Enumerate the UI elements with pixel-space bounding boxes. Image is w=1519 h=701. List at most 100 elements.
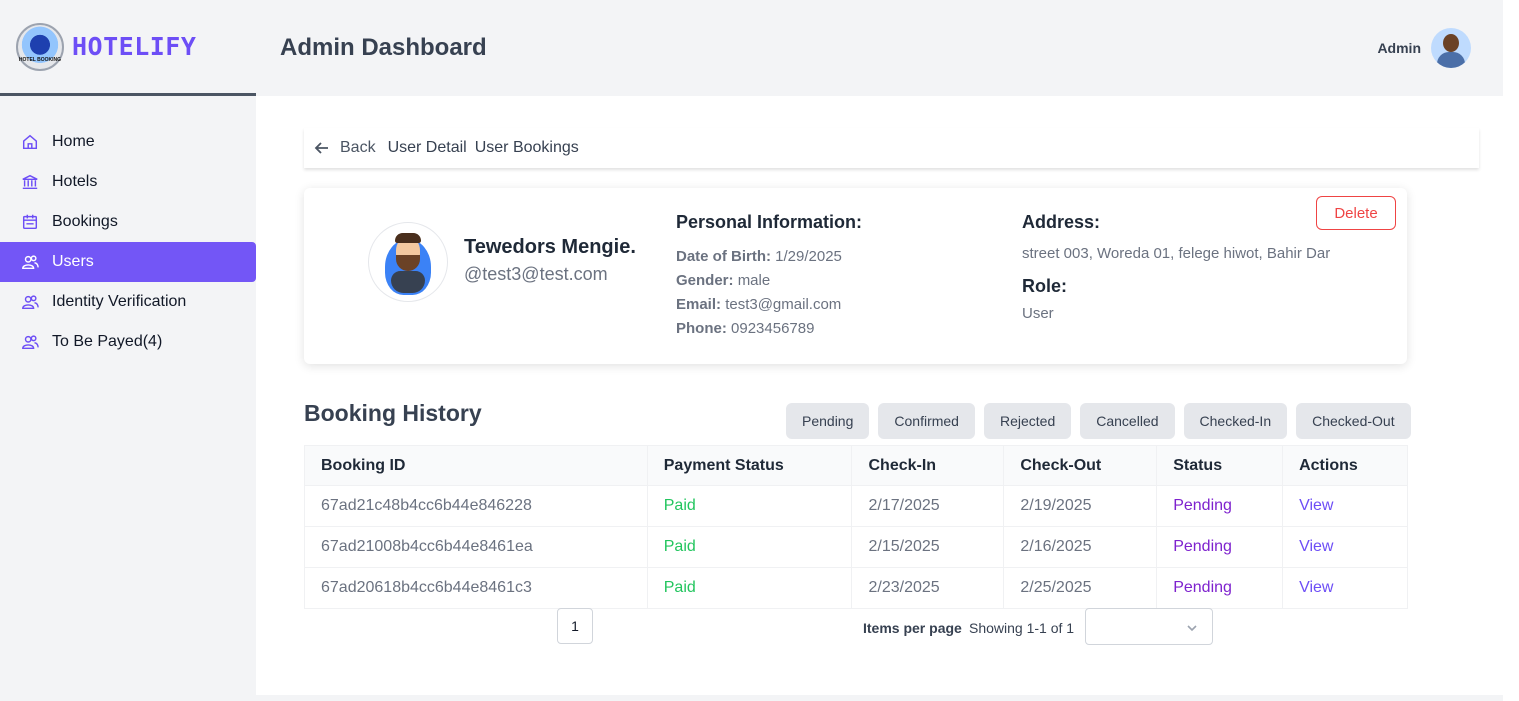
- sidebar-item-hotels[interactable]: Hotels: [0, 162, 256, 202]
- arrow-left-icon: [314, 142, 328, 154]
- address-section: Address: street 003, Woreda 01, felege h…: [1022, 212, 1330, 322]
- dob-label: Date of Birth:: [676, 248, 771, 265]
- page-title: Admin Dashboard: [280, 34, 487, 61]
- role-title: Role:: [1022, 276, 1067, 296]
- home-icon: [20, 132, 40, 152]
- sidebar-item-home[interactable]: Home: [0, 122, 256, 162]
- view-link[interactable]: View: [1282, 526, 1408, 568]
- breadcrumb-user-bookings[interactable]: User Bookings: [475, 139, 579, 157]
- col-status: Status: [1156, 445, 1284, 486]
- check-out-cell: 2/25/2025: [1003, 567, 1158, 609]
- avatar-body: [1437, 52, 1465, 68]
- table-row: 67ad21008b4cc6b44e8461ea Paid 2/15/2025 …: [304, 526, 1408, 568]
- sidebar: HOTEL BOOKING HOTELIFY Home Hotels Booki…: [0, 0, 256, 701]
- view-link[interactable]: View: [1282, 485, 1408, 527]
- brand[interactable]: HOTEL BOOKING HOTELIFY: [0, 0, 256, 96]
- chevron-down-icon: [1187, 625, 1197, 632]
- col-check-in: Check-In: [851, 445, 1005, 486]
- sidebar-item-label: Hotels: [52, 173, 98, 190]
- right-strip: [1503, 0, 1519, 701]
- breadcrumb-user-detail[interactable]: User Detail: [388, 139, 467, 157]
- sidebar-item-label: Bookings: [52, 213, 118, 230]
- sidebar-item-label: Users: [52, 253, 94, 270]
- check-in-cell: 2/23/2025: [851, 567, 1005, 609]
- sidebar-item-to-be-payed[interactable]: To Be Payed(4): [0, 322, 256, 362]
- role-value: User: [1022, 305, 1054, 322]
- filter-checked-out-button[interactable]: Checked-Out: [1296, 403, 1411, 439]
- avatar-face: [1443, 34, 1459, 52]
- users-icon: [20, 332, 40, 352]
- table-header-row: Booking ID Payment Status Check-In Check…: [304, 445, 1408, 486]
- view-link[interactable]: View: [1282, 567, 1408, 609]
- sidebar-item-bookings[interactable]: Bookings: [0, 202, 256, 242]
- users-icon: [20, 292, 40, 312]
- breadcrumb: Back User Detail User Bookings: [304, 128, 1479, 168]
- user-menu[interactable]: Admin: [1377, 28, 1471, 68]
- filter-cancelled-button[interactable]: Cancelled: [1080, 403, 1175, 439]
- check-in-cell: 2/17/2025: [851, 485, 1005, 527]
- status-cell: Pending: [1156, 526, 1284, 568]
- avatar-illustration: [385, 229, 431, 295]
- check-in-cell: 2/15/2025: [851, 526, 1005, 568]
- delete-user-button[interactable]: Delete: [1316, 196, 1396, 230]
- booking-id-cell: 67ad20618b4cc6b44e8461c3: [304, 567, 648, 609]
- email-label: Email:: [676, 296, 722, 313]
- items-per-page-label: Items per page: [863, 620, 962, 636]
- sidebar-item-label: Identity Verification: [52, 293, 187, 310]
- filter-confirmed-button[interactable]: Confirmed: [878, 403, 975, 439]
- logo-text: HOTEL BOOKING: [18, 56, 62, 63]
- filter-pending-button[interactable]: Pending: [786, 403, 870, 439]
- booking-history-title: Booking History: [304, 400, 482, 426]
- col-booking-id: Booking ID: [304, 445, 648, 486]
- user-role-label: Admin: [1377, 40, 1421, 56]
- avatar[interactable]: [1431, 28, 1471, 68]
- table-row: 67ad20618b4cc6b44e8461c3 Paid 2/23/2025 …: [304, 567, 1408, 609]
- col-check-out: Check-Out: [1003, 445, 1158, 486]
- top-header: Admin Dashboard Admin: [256, 0, 1503, 96]
- user-detail-card: Tewedors Mengie. @test3@test.com Persona…: [304, 188, 1407, 364]
- check-out-cell: 2/16/2025: [1003, 526, 1158, 568]
- dob-value: 1/29/2025: [775, 248, 842, 265]
- payment-status-cell: Paid: [646, 485, 853, 527]
- booking-id-cell: 67ad21c48b4cc6b44e846228: [304, 485, 648, 527]
- dob-row: Date of Birth: 1/29/2025: [676, 245, 862, 269]
- booking-id-cell: 67ad21008b4cc6b44e8461ea: [304, 526, 648, 568]
- filter-rejected-button[interactable]: Rejected: [983, 403, 1072, 439]
- sidebar-item-label: To Be Payed(4): [52, 333, 163, 350]
- gender-label: Gender:: [676, 272, 734, 289]
- status-cell: Pending: [1156, 567, 1284, 609]
- avatar-hair: [395, 233, 421, 243]
- email-value: test3@gmail.com: [725, 296, 842, 313]
- users-icon: [20, 252, 40, 272]
- showing-count: Showing 1-1 of 1: [969, 620, 1075, 636]
- phone-value: 0923456789: [731, 320, 815, 337]
- bank-icon: [20, 172, 40, 192]
- brand-name: HOTELIFY: [72, 32, 197, 61]
- address-value: street 003, Woreda 01, felege hiwot, Bah…: [1022, 245, 1331, 262]
- col-actions: Actions: [1282, 445, 1408, 486]
- filter-checked-in-button[interactable]: Checked-In: [1183, 403, 1288, 439]
- payment-status-cell: Paid: [646, 567, 853, 609]
- profile-handle: @test3@test.com: [464, 264, 608, 284]
- page-1-button[interactable]: 1: [557, 608, 593, 644]
- gender-row: Gender: male: [676, 269, 862, 293]
- sidebar-item-users[interactable]: Users: [0, 242, 256, 282]
- sidebar-item-identity-verification[interactable]: Identity Verification: [0, 282, 256, 322]
- status-cell: Pending: [1156, 485, 1284, 527]
- sidebar-item-label: Home: [52, 133, 95, 150]
- back-button[interactable]: Back: [314, 139, 376, 157]
- calendar-icon: [20, 212, 40, 232]
- avatar-shirt: [391, 271, 425, 293]
- email-row: Email: test3@gmail.com: [676, 293, 862, 317]
- profile-avatar: [368, 222, 448, 302]
- personal-info: Personal Information: Date of Birth: 1/2…: [676, 212, 862, 341]
- booking-history-table: Booking ID Payment Status Check-In Check…: [304, 445, 1408, 609]
- back-label: Back: [340, 139, 376, 156]
- hotel-logo-icon: HOTEL BOOKING: [16, 22, 64, 71]
- bottom-bar: [256, 695, 1503, 701]
- phone-row: Phone: 0923456789: [676, 317, 862, 341]
- status-filters: Pending Confirmed Rejected Cancelled Che…: [786, 403, 1411, 439]
- phone-label: Phone:: [676, 320, 727, 337]
- profile-name: Tewedors Mengie.: [464, 236, 636, 258]
- items-per-page-select[interactable]: [1085, 608, 1213, 645]
